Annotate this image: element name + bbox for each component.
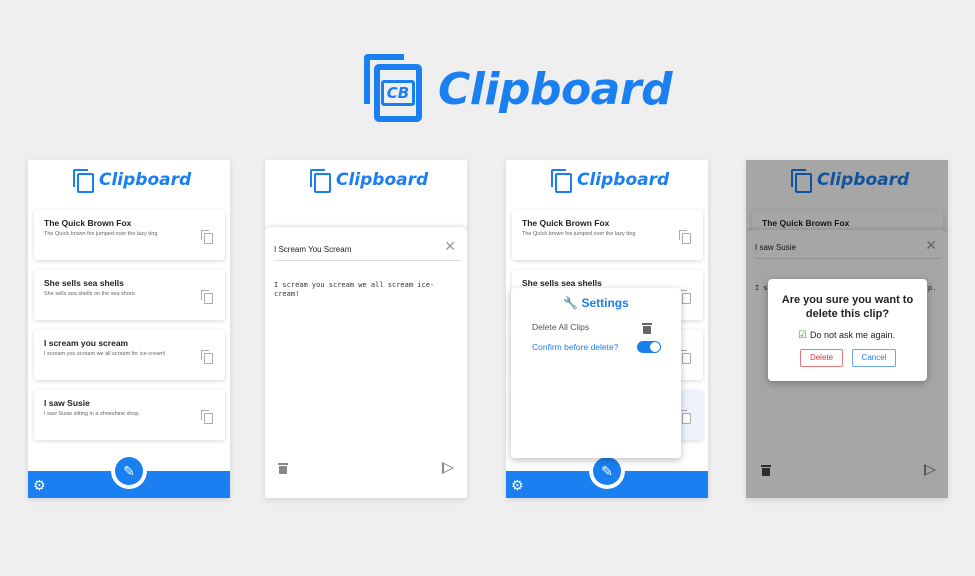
- logo-letters: CB: [381, 80, 415, 106]
- clip-body-textarea[interactable]: I scream you scream we all scream ice-cr…: [274, 281, 458, 299]
- app-logo: Clipboard: [551, 169, 669, 193]
- confirm-delete-toggle[interactable]: [637, 341, 661, 353]
- clip-text: The Quick brown fox jumped over the lazy…: [522, 231, 636, 237]
- app-title: Clipboard: [99, 170, 192, 190]
- clip-title: The Quick Brown Fox: [522, 218, 610, 228]
- delete-all-label: Delete All Clips: [532, 322, 590, 332]
- clipboard-logo-icon: CB: [362, 52, 424, 124]
- copy-icon[interactable]: [201, 350, 213, 364]
- clip-title: The Quick Brown Fox: [44, 218, 132, 228]
- trash-icon[interactable]: [642, 323, 652, 334]
- dont-ask-label: Do not ask me again.: [809, 330, 896, 340]
- copy-icon[interactable]: [201, 230, 213, 244]
- clip-title: I scream you scream: [44, 338, 129, 348]
- new-clip-button[interactable]: ✎: [115, 457, 143, 485]
- delete-confirm-dialog: Are you sure you want to delete this cli…: [768, 279, 927, 381]
- clip-card[interactable]: I saw Susie I saw Susie sitting in a sho…: [34, 390, 225, 440]
- clip-card[interactable]: The Quick Brown Fox The Quick brown fox …: [34, 210, 225, 260]
- gear-icon[interactable]: ⚙: [33, 478, 46, 492]
- clip-text: I saw Susie sitting in a shoeshine shop.: [44, 411, 141, 417]
- clip-card[interactable]: I scream you scream I scream you scream …: [34, 330, 225, 380]
- copy-icon[interactable]: [679, 230, 691, 244]
- settings-title: 🔧 Settings: [563, 296, 629, 310]
- close-icon[interactable]: ✕: [444, 239, 456, 253]
- editor-sheet: I Scream You Scream ✕ I scream you screa…: [265, 227, 467, 498]
- app-title: Clipboard: [336, 170, 429, 190]
- pencil-icon: ✎: [123, 463, 135, 479]
- app-logo: Clipboard: [310, 169, 428, 193]
- clip-text: The Quick brown fox jumped over the lazy…: [44, 231, 158, 237]
- clip-title: She sells sea shells: [522, 278, 602, 288]
- copy-icon[interactable]: [201, 410, 213, 424]
- trash-icon[interactable]: [278, 463, 288, 474]
- screen-editor: Clipboard I Scream You Scream ✕ I scream…: [265, 160, 467, 498]
- clip-card[interactable]: She sells sea shells She sells sea shell…: [34, 270, 225, 320]
- settings-modal: 🔧 Settings Delete All Clips Confirm befo…: [511, 288, 681, 458]
- clip-card[interactable]: The Quick Brown Fox The Quick brown fox …: [512, 210, 703, 260]
- dont-ask-checkbox[interactable]: ☑ Do not ask me again.: [798, 330, 895, 341]
- send-icon[interactable]: [442, 462, 454, 474]
- app-logo: Clipboard: [73, 169, 191, 193]
- copy-icon[interactable]: [201, 290, 213, 304]
- clip-text: I scream you scream we all scream for ic…: [44, 351, 166, 357]
- screen-delete-confirm: Clipboard The Quick Brown Fox I saw Susi…: [746, 160, 948, 498]
- delete-button[interactable]: Delete: [800, 349, 843, 367]
- new-clip-button[interactable]: ✎: [593, 457, 621, 485]
- clip-title: She sells sea shells: [44, 278, 124, 288]
- clip-title-input[interactable]: I Scream You Scream: [274, 243, 460, 261]
- dialog-question: Are you sure you want to delete this cli…: [781, 294, 914, 320]
- confirm-delete-label: Confirm before delete?: [532, 342, 619, 352]
- screen-clip-list: Clipboard The Quick Brown Fox The Quick …: [28, 160, 230, 498]
- cancel-button[interactable]: Cancel: [852, 349, 896, 367]
- hero-title: Clipboard: [438, 64, 673, 115]
- clip-title: I saw Susie: [44, 398, 90, 408]
- check-icon: ☑: [798, 330, 807, 341]
- pencil-icon: ✎: [601, 463, 613, 479]
- clipboard-logo-icon: [551, 169, 573, 193]
- screen-settings: Clipboard The Quick Brown Fox The Quick …: [506, 160, 708, 498]
- clip-text: She sells sea shells on the sea shore.: [44, 291, 137, 297]
- clipboard-logo-icon: [310, 169, 332, 193]
- wrench-icon: 🔧: [563, 296, 579, 310]
- app-title: Clipboard: [577, 170, 670, 190]
- clipboard-logo-icon: [73, 169, 95, 193]
- hero-logo: CB Clipboard: [362, 52, 673, 126]
- gear-icon[interactable]: ⚙: [511, 478, 524, 492]
